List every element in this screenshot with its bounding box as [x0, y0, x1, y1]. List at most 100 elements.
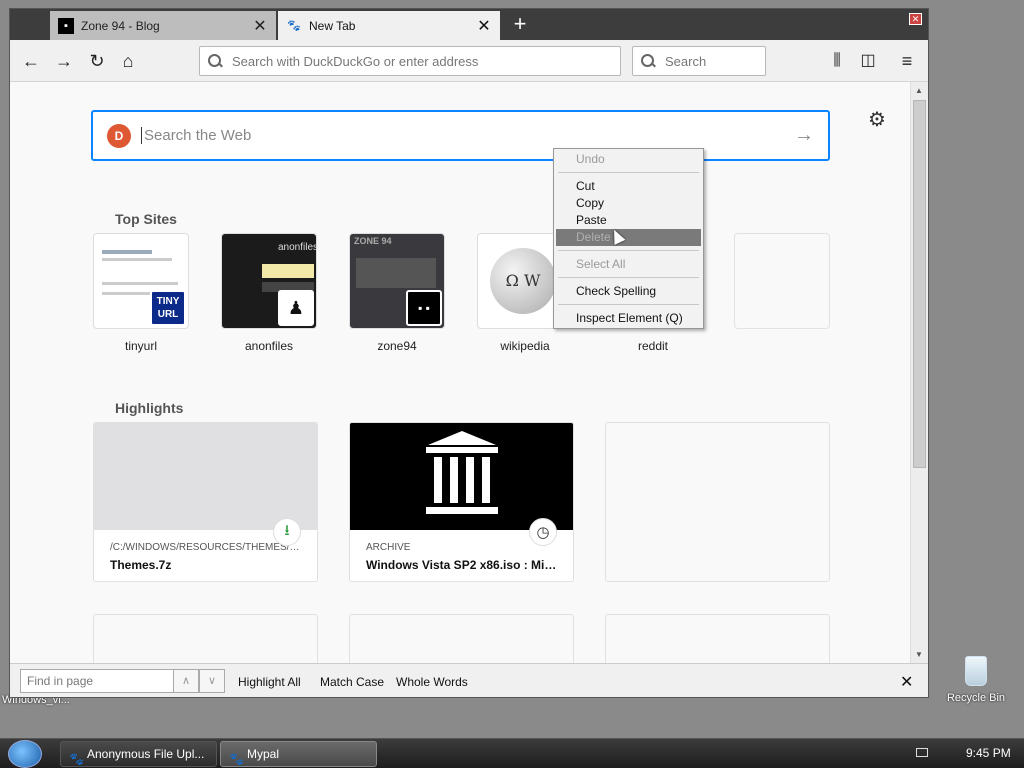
menu-item-copy[interactable]: Copy	[556, 195, 701, 212]
menu-item-check-spelling[interactable]: Check Spelling	[556, 283, 701, 300]
tab-new-tab[interactable]: 🐾 New Tab ✕	[278, 11, 500, 40]
menu-item-delete[interactable]: Delete	[556, 229, 701, 246]
gear-icon[interactable]: ⚙	[868, 107, 886, 132]
site-thumbnail: TINY URL	[93, 233, 189, 329]
menu-separator	[558, 172, 699, 173]
site-thumbnail: ZONE 94 ▪ ▪	[349, 233, 445, 329]
new-tab-button[interactable]: +	[506, 11, 534, 39]
tinyurl-logo-icon: TINY URL	[150, 290, 186, 326]
find-bar: Find in page ∧ ∨ Highlight All Match Cas…	[10, 663, 928, 697]
web-search-placeholder: Search the Web	[141, 127, 251, 144]
menu-separator	[558, 277, 699, 278]
highlight-card[interactable]: ◷ ARCHIVE Windows Vista SP2 x86.iso : Mi…	[349, 422, 574, 582]
sidebar-button[interactable]: ◫	[855, 48, 881, 74]
scroll-up-icon[interactable]: ▲	[915, 86, 923, 95]
search-icon	[208, 54, 222, 68]
highlight-card-empty	[605, 422, 830, 582]
highlight-card[interactable]: ⭳ /C:/WINDOWS/RESOURCES/THEMES/THE... Th…	[93, 422, 318, 582]
menu-item-undo[interactable]: Undo	[556, 151, 701, 168]
web-search-box[interactable]: D Search the Web →	[91, 110, 830, 161]
mypal-icon: 🐾	[229, 752, 244, 766]
highlight-image	[94, 423, 317, 530]
top-site-zone94[interactable]: ZONE 94 ▪ ▪ zone94	[349, 233, 445, 353]
page-scrollbar[interactable]: ▲ ▼	[910, 82, 928, 663]
terminal-icon: ▪	[58, 17, 74, 34]
system-clock[interactable]: 9:45 PM	[966, 746, 1011, 760]
top-site-empty[interactable]	[734, 233, 830, 329]
recycle-bin-icon	[965, 656, 987, 686]
tab-zone94[interactable]: ▪ Zone 94 - Blog ✕	[50, 11, 276, 40]
menu-button[interactable]: ≡	[894, 48, 920, 74]
start-button[interactable]	[8, 740, 42, 768]
close-icon[interactable]: ✕	[900, 672, 913, 692]
reload-button[interactable]: ↻	[84, 48, 110, 74]
highlights-title: Highlights	[115, 400, 184, 416]
menu-item-inspect-element[interactable]: Inspect Element (Q)	[556, 310, 701, 327]
forward-button[interactable]: →	[51, 48, 77, 74]
highlight-card-empty	[349, 614, 574, 663]
site-label: tinyurl	[124, 339, 157, 353]
site-thumbnail: anonfiles ♟	[221, 233, 317, 329]
home-button[interactable]: ⌂	[115, 48, 141, 74]
highlight-source: ARCHIVE	[366, 542, 411, 553]
tab-strip: ▪ Zone 94 - Blog ✕ 🐾 New Tab ✕ + ✕	[10, 9, 928, 40]
taskbar-item-anonfiles[interactable]: 🐾 Anonymous File Upl...	[60, 741, 217, 767]
find-input[interactable]: Find in page	[20, 669, 174, 693]
search-bar[interactable]: Search	[632, 46, 766, 76]
terminal-icon: ▪ ▪	[406, 290, 442, 326]
find-next-button[interactable]: ∨	[199, 669, 225, 693]
tab-label: New Tab	[309, 18, 356, 33]
highlight-card-empty	[93, 614, 318, 663]
mypal-icon: 🐾	[287, 20, 301, 32]
wikipedia-globe-icon: Ω W	[490, 248, 556, 314]
whole-words-toggle[interactable]: Whole Words	[396, 675, 468, 689]
find-previous-button[interactable]: ∧	[173, 669, 199, 693]
highlight-source: /C:/WINDOWS/RESOURCES/THEMES/THE...	[110, 542, 301, 553]
anonymous-user-icon: ♟	[278, 290, 314, 326]
archive-logo-icon	[426, 431, 498, 514]
menu-separator	[558, 250, 699, 251]
menu-separator	[558, 304, 699, 305]
highlight-all-toggle[interactable]: Highlight All	[238, 675, 301, 689]
address-bar[interactable]: Search with DuckDuckGo or enter address	[199, 46, 621, 76]
keyboard-icon[interactable]	[916, 748, 928, 757]
mypal-icon: 🐾	[69, 752, 84, 766]
navigation-toolbar: ← → ↻ ⌂ Search with DuckDuckGo or enter …	[10, 40, 928, 82]
menu-item-cut[interactable]: Cut	[556, 178, 701, 195]
taskbar-item-mypal[interactable]: 🐾 Mypal	[220, 741, 377, 767]
top-sites-title: Top Sites	[115, 211, 177, 227]
window-close-button[interactable]: ✕	[909, 13, 922, 25]
clock-icon: ◷	[529, 518, 557, 546]
close-icon[interactable]: ✕	[476, 16, 492, 36]
search-placeholder: Search	[665, 53, 707, 69]
menu-item-select-all[interactable]: Select All	[556, 256, 701, 273]
browser-window: ▪ Zone 94 - Blog ✕ 🐾 New Tab ✕ + ✕ ← → ↻…	[9, 8, 929, 698]
highlight-title: Themes.7z	[110, 558, 172, 572]
taskbar-item-label: Mypal	[247, 747, 280, 761]
close-icon[interactable]: ✕	[252, 16, 268, 36]
match-case-toggle[interactable]: Match Case	[320, 675, 384, 689]
context-menu: Undo Cut Copy Paste Delete Select All Ch…	[553, 148, 704, 329]
top-site-anonfiles[interactable]: anonfiles ♟ anonfiles	[221, 233, 317, 353]
search-icon	[641, 54, 655, 68]
site-label: wikipedia	[500, 339, 550, 353]
highlight-image	[350, 423, 573, 530]
arrow-right-icon[interactable]: →	[794, 124, 814, 147]
site-thumb-text: anonfiles	[278, 242, 317, 253]
site-label: reddit	[637, 339, 669, 353]
library-button[interactable]: ⫼	[824, 48, 850, 74]
tab-label: Zone 94 - Blog	[81, 18, 160, 33]
site-label: anonfiles	[244, 339, 294, 353]
menu-item-paste[interactable]: Paste	[556, 212, 701, 229]
top-site-tinyurl[interactable]: TINY URL tinyurl	[93, 233, 189, 353]
site-label: zone94	[377, 339, 417, 353]
highlight-card-empty	[605, 614, 830, 663]
scrollbar-thumb[interactable]	[913, 100, 926, 468]
new-tab-page: ⚙ D Search the Web → Top Sites TINY URL …	[10, 82, 910, 663]
taskbar: 🐾 Anonymous File Upl... 🐾 Mypal 9:45 PM	[0, 738, 1024, 768]
scroll-down-icon[interactable]: ▼	[915, 650, 923, 659]
address-placeholder: Search with DuckDuckGo or enter address	[232, 53, 479, 69]
back-button[interactable]: ←	[18, 48, 44, 74]
site-thumb-text: ZONE 94	[354, 236, 392, 246]
recycle-bin[interactable]: Recycle Bin	[944, 656, 1008, 704]
